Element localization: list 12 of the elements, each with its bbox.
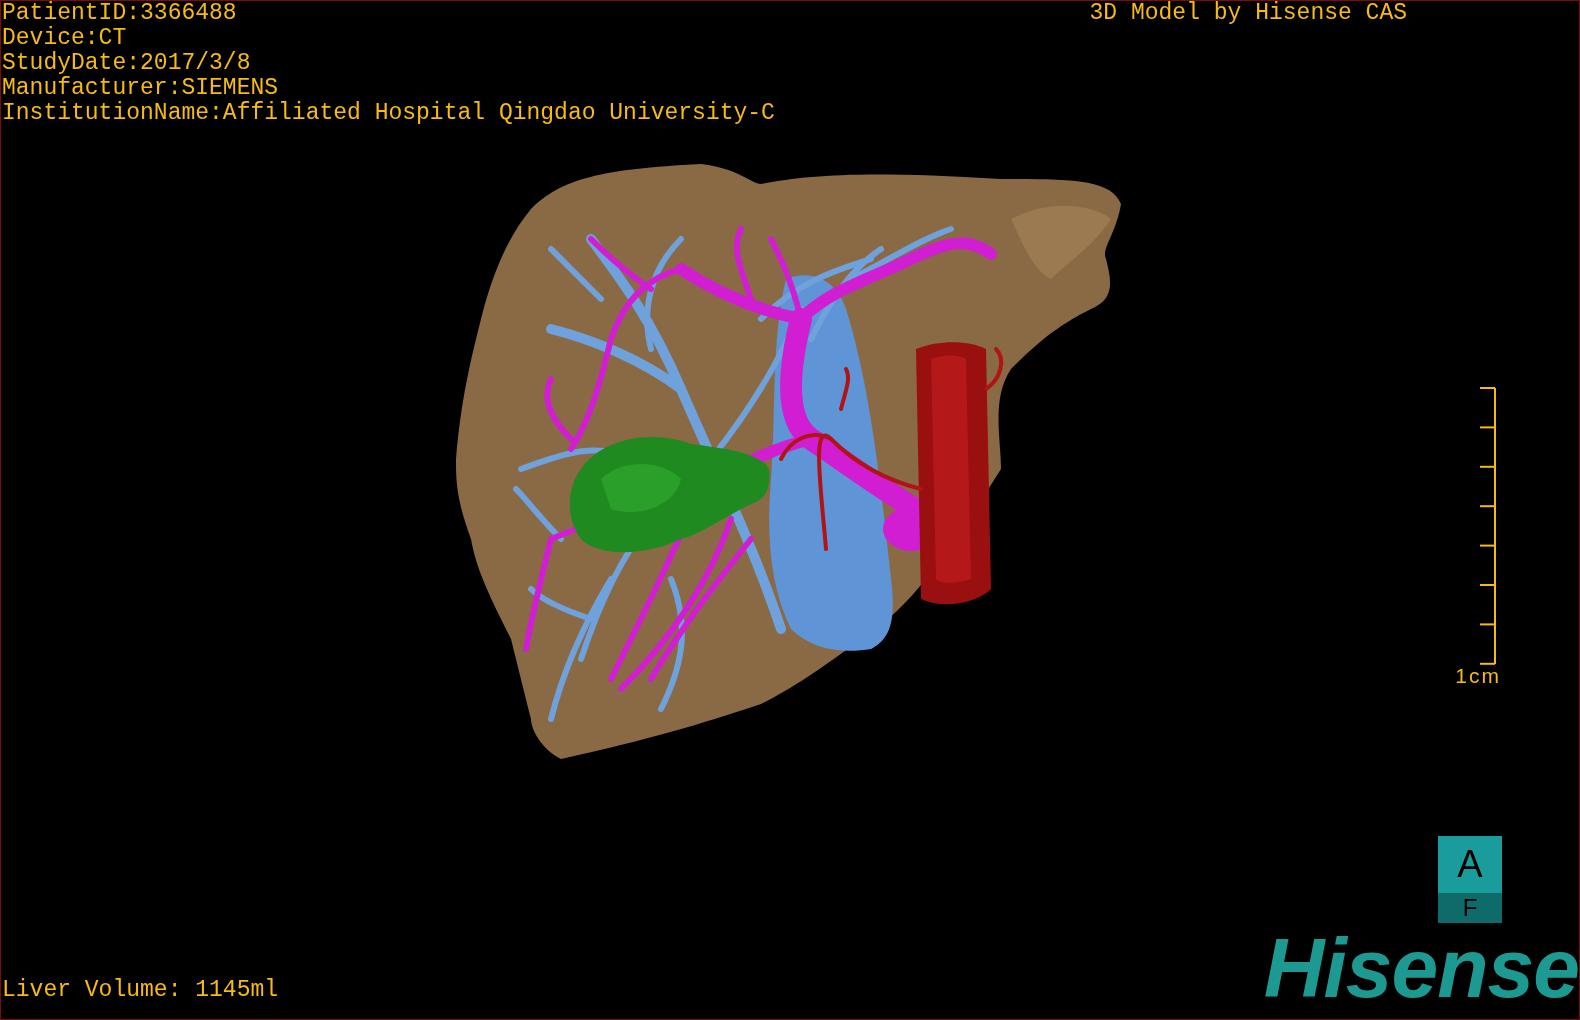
patient-info-line: Manufacturer:SIEMENS xyxy=(2,76,280,101)
patient-info-line: PatientID:3366488 xyxy=(2,1,238,26)
liver-volume-text: Liver Volume: 1145ml xyxy=(1,978,279,1003)
patient-info-line: InstitutionName:Affiliated Hospital Qingdao University-C xyxy=(2,101,775,126)
orientation-cube[interactable]: A F xyxy=(1438,836,1502,923)
patient-info-line: Device:CT xyxy=(2,26,128,51)
orientation-label: A xyxy=(1438,836,1502,893)
orientation-label: F xyxy=(1438,893,1502,923)
patient-info-line: StudyDate:2017/3/8 xyxy=(2,51,252,76)
scale-label: 1cm xyxy=(1455,664,1501,687)
model-title: 3D Model by Hisense CAS xyxy=(1089,1,1407,26)
brand-logo: Hisense xyxy=(1263,929,1579,1007)
